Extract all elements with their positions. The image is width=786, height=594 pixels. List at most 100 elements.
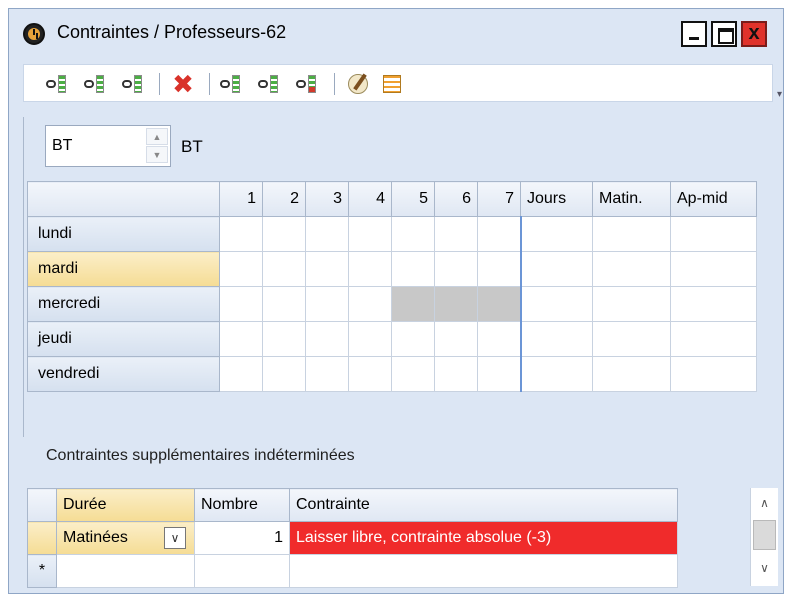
chain-sheet-icon[interactable] bbox=[220, 73, 246, 95]
slot-cell[interactable] bbox=[391, 356, 435, 392]
nombre-cell[interactable]: 1 bbox=[194, 521, 290, 555]
slot-cell[interactable] bbox=[305, 286, 349, 322]
column-header[interactable]: 3 bbox=[305, 181, 349, 217]
new-row-marker[interactable]: * bbox=[27, 554, 57, 588]
slot-cell[interactable] bbox=[391, 321, 435, 357]
delete-x-icon[interactable]: ✖ bbox=[170, 71, 196, 97]
slot-cell[interactable] bbox=[434, 216, 478, 252]
slot-cell[interactable] bbox=[477, 251, 521, 287]
slot-cell[interactable] bbox=[434, 251, 478, 287]
chain-sheet-icon[interactable] bbox=[84, 73, 110, 95]
column-header[interactable]: 7 bbox=[477, 181, 521, 217]
empty-cell[interactable] bbox=[56, 554, 195, 588]
duree-cell[interactable]: Matinées ∨ bbox=[56, 521, 195, 555]
column-header-contrainte[interactable]: Contrainte bbox=[289, 488, 678, 522]
slot-cell[interactable] bbox=[391, 251, 435, 287]
chevron-up-icon[interactable]: ∧ bbox=[751, 492, 778, 514]
chevron-down-icon[interactable]: ∨ bbox=[751, 557, 778, 579]
column-header[interactable]: 2 bbox=[262, 181, 306, 217]
title-bar[interactable]: Contraintes / Professeurs-62 x bbox=[9, 9, 783, 57]
teacher-spinbox[interactable]: ▲ ▼ bbox=[45, 125, 171, 167]
minimize-button[interactable] bbox=[681, 21, 707, 47]
row-header[interactable]: lundi bbox=[27, 216, 220, 252]
slot-cell[interactable] bbox=[305, 321, 349, 357]
row-header[interactable]: mercredi bbox=[27, 286, 220, 322]
vertical-scrollbar[interactable]: ∧ ∨ bbox=[750, 488, 778, 586]
empty-cell[interactable] bbox=[194, 554, 290, 588]
slot-cell[interactable] bbox=[348, 286, 392, 322]
chain-sheet-red-icon[interactable] bbox=[296, 73, 322, 95]
row-header[interactable]: jeudi bbox=[27, 321, 220, 357]
slot-cell[interactable] bbox=[670, 321, 757, 357]
chain-sheet-icon[interactable] bbox=[46, 73, 72, 95]
teacher-input[interactable] bbox=[52, 135, 140, 157]
slot-cell[interactable] bbox=[348, 356, 392, 392]
slot-cell[interactable] bbox=[519, 286, 593, 322]
slot-cell[interactable] bbox=[262, 251, 306, 287]
spin-up-button[interactable]: ▲ bbox=[146, 128, 168, 145]
spin-down-button[interactable]: ▼ bbox=[146, 146, 168, 163]
slot-cell[interactable] bbox=[670, 216, 757, 252]
slot-cell[interactable] bbox=[219, 216, 263, 252]
row-header[interactable]: vendredi bbox=[27, 356, 220, 392]
slot-cell[interactable] bbox=[434, 321, 478, 357]
column-header[interactable]: Jours bbox=[520, 181, 593, 217]
slot-cell[interactable] bbox=[305, 356, 349, 392]
column-header-nombre[interactable]: Nombre bbox=[194, 488, 290, 522]
slot-cell[interactable] bbox=[391, 216, 435, 252]
schedule-grid: 1 2 3 4 5 6 7 Jours Matin. Ap-mid lundi … bbox=[27, 181, 757, 395]
slot-cell[interactable] bbox=[219, 286, 263, 322]
row-header[interactable]: mardi bbox=[27, 251, 220, 287]
slot-cell[interactable] bbox=[219, 356, 263, 392]
slot-cell[interactable] bbox=[262, 356, 306, 392]
column-header-duree[interactable]: Durée bbox=[56, 488, 195, 522]
slot-cell[interactable] bbox=[262, 286, 306, 322]
slot-cell[interactable] bbox=[670, 286, 757, 322]
slot-cell[interactable] bbox=[434, 356, 478, 392]
slot-cell-unavailable[interactable] bbox=[391, 286, 435, 322]
contrainte-cell[interactable]: Laisser libre, contrainte absolue (-3) bbox=[289, 521, 678, 555]
maximize-button[interactable] bbox=[711, 21, 737, 47]
chain-sheet-icon[interactable] bbox=[122, 73, 148, 95]
slot-cell-unavailable[interactable] bbox=[477, 286, 521, 322]
scroll-thumb[interactable] bbox=[753, 520, 776, 550]
slot-cell[interactable] bbox=[348, 251, 392, 287]
slot-cell[interactable] bbox=[477, 321, 521, 357]
slot-cell[interactable] bbox=[670, 356, 757, 392]
slot-cell[interactable] bbox=[519, 321, 593, 357]
slot-cell[interactable] bbox=[592, 286, 671, 322]
slot-cell[interactable] bbox=[592, 216, 671, 252]
chain-sheet-icon[interactable] bbox=[258, 73, 284, 95]
slot-cell[interactable] bbox=[262, 216, 306, 252]
slot-cell[interactable] bbox=[348, 321, 392, 357]
slot-cell[interactable] bbox=[592, 321, 671, 357]
column-header[interactable]: Matin. bbox=[592, 181, 671, 217]
slot-cell-unavailable[interactable] bbox=[434, 286, 478, 322]
column-header[interactable]: Ap-mid bbox=[670, 181, 757, 217]
slot-cell[interactable] bbox=[592, 251, 671, 287]
column-header[interactable]: 1 bbox=[219, 181, 263, 217]
slot-cell[interactable] bbox=[519, 216, 593, 252]
slot-cell[interactable] bbox=[305, 216, 349, 252]
row-marker[interactable] bbox=[27, 521, 57, 555]
slot-cell[interactable] bbox=[219, 251, 263, 287]
paint-brush-icon[interactable] bbox=[346, 73, 372, 95]
slot-cell[interactable] bbox=[519, 251, 593, 287]
slot-cell[interactable] bbox=[348, 216, 392, 252]
slot-cell[interactable] bbox=[519, 356, 593, 392]
close-button[interactable]: x bbox=[741, 21, 767, 47]
slot-cell[interactable] bbox=[477, 356, 521, 392]
empty-cell[interactable] bbox=[289, 554, 678, 588]
column-header[interactable]: 6 bbox=[434, 181, 478, 217]
slot-cell[interactable] bbox=[262, 321, 306, 357]
report-icon[interactable] bbox=[380, 73, 406, 95]
slot-cell[interactable] bbox=[670, 251, 757, 287]
slot-cell[interactable] bbox=[592, 356, 671, 392]
toolbar-overflow-icon[interactable] bbox=[777, 89, 785, 103]
column-header[interactable]: 4 bbox=[348, 181, 392, 217]
slot-cell[interactable] bbox=[219, 321, 263, 357]
chevron-down-icon[interactable]: ∨ bbox=[164, 527, 186, 549]
slot-cell[interactable] bbox=[305, 251, 349, 287]
slot-cell[interactable] bbox=[477, 216, 521, 252]
column-header[interactable]: 5 bbox=[391, 181, 435, 217]
